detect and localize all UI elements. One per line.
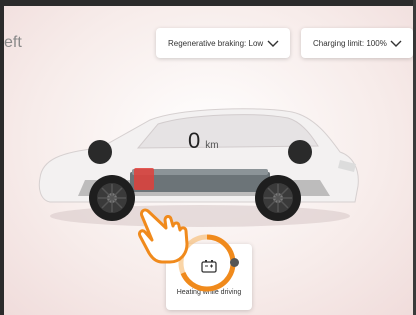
front-inner-wheel bbox=[288, 140, 312, 164]
heating-toggle-indicator[interactable] bbox=[230, 258, 239, 267]
range-value: 0 bbox=[188, 128, 201, 153]
device-frame-top bbox=[0, 0, 416, 6]
charging-limit-label: Charging limit: 100% bbox=[313, 38, 387, 48]
rear-inner-wheel bbox=[88, 140, 112, 164]
regenerative-braking-label: Regenerative braking: Low bbox=[168, 38, 264, 48]
ev-settings-screen: eft Regenerative braking: Low Charging l… bbox=[0, 0, 416, 315]
battery-heated-segment bbox=[134, 168, 154, 190]
front-wheel bbox=[255, 175, 301, 221]
rear-wheel bbox=[89, 175, 135, 221]
range-readout: 0 km bbox=[188, 128, 219, 154]
page-title: eft bbox=[4, 34, 22, 51]
chevron-down-icon bbox=[267, 40, 279, 47]
chevron-down-icon bbox=[390, 40, 402, 47]
charging-limit-dropdown[interactable]: Charging limit: 100% bbox=[301, 28, 413, 58]
battery-heating-icon bbox=[201, 260, 217, 273]
range-unit: km bbox=[205, 140, 219, 151]
regenerative-braking-dropdown[interactable]: Regenerative braking: Low bbox=[156, 28, 290, 58]
tap-hand-icon bbox=[138, 208, 189, 264]
